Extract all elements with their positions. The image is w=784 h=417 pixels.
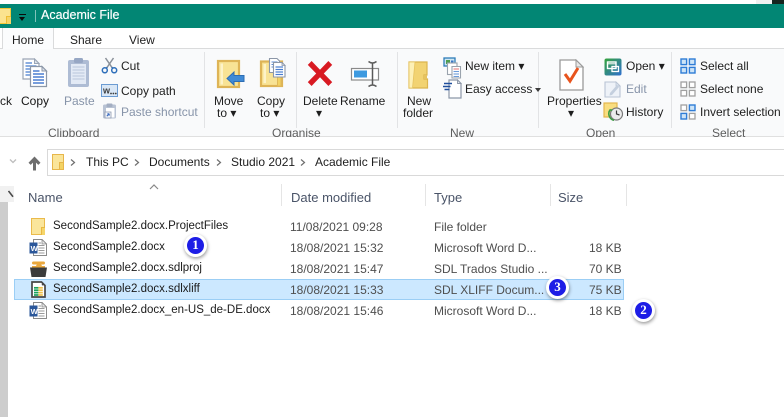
svg-text:W: W xyxy=(31,307,39,316)
svg-text:w: w xyxy=(102,86,111,96)
svg-text:W: W xyxy=(31,244,39,253)
